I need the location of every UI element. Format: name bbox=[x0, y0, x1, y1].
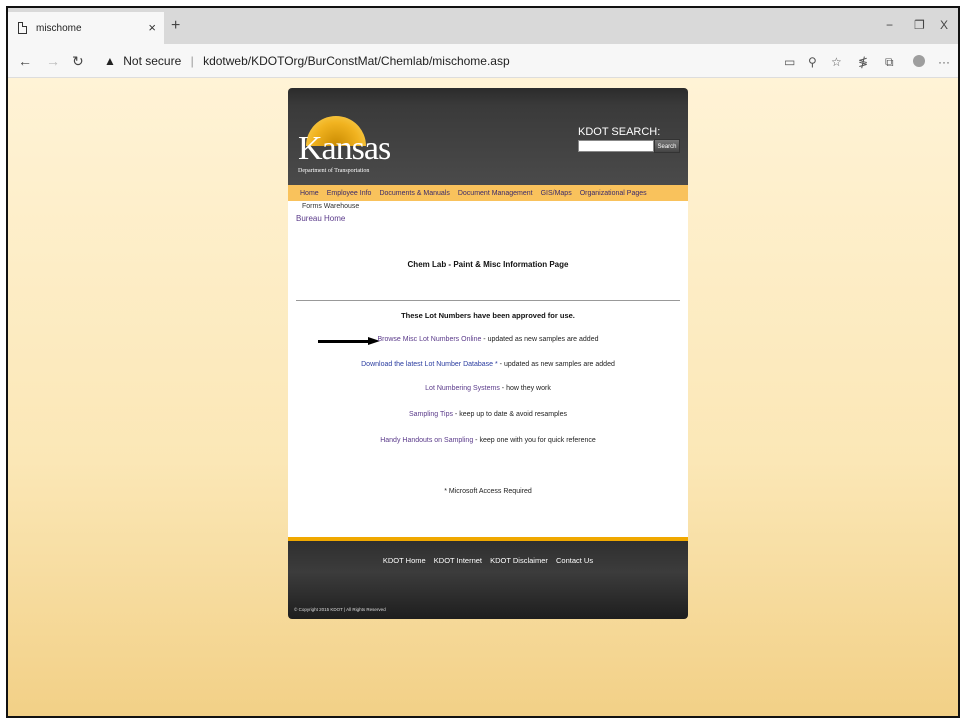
page-title: Chem Lab - Paint & Misc Information Page bbox=[407, 260, 569, 269]
browser-window: mischome × + − ❐ X ← → ↻ ▲ Not secure | … bbox=[6, 6, 960, 718]
browser-tab[interactable]: mischome × bbox=[8, 12, 164, 44]
url-field[interactable]: ▲ Not secure | kdotweb/KDOTOrg/BurConstM… bbox=[104, 54, 510, 68]
profile-avatar[interactable] bbox=[913, 55, 925, 67]
warning-icon: ▲ bbox=[104, 54, 116, 68]
restore-button[interactable]: ❐ bbox=[914, 18, 925, 32]
close-window-button[interactable]: X bbox=[940, 18, 948, 32]
divider bbox=[296, 300, 680, 301]
refresh-button[interactable]: ↻ bbox=[72, 53, 84, 70]
favorite-star-icon[interactable]: ☆ bbox=[831, 55, 842, 69]
nav-organizational-pages[interactable]: Organizational Pages bbox=[580, 190, 647, 197]
site-header: Kansas Department of Transportation KDOT… bbox=[288, 88, 688, 185]
kansas-logo[interactable]: Kansas Department of Transportation bbox=[298, 116, 391, 176]
nav-forms-warehouse[interactable]: Forms Warehouse bbox=[302, 203, 359, 210]
footer-kdot-internet[interactable]: KDOT Internet bbox=[434, 556, 482, 565]
list-item: Browse Misc Lot Numbers Online - updated… bbox=[288, 336, 688, 343]
reader-view-icon[interactable]: ▭ bbox=[784, 55, 795, 69]
copyright: © Copyright 2015 KDOT | All Rights Reser… bbox=[294, 607, 386, 612]
footer-links: KDOT Home KDOT Internet KDOT Disclaimer … bbox=[288, 556, 688, 565]
item-description: - keep one with you for quick reference bbox=[473, 437, 596, 444]
browse-lot-numbers-link[interactable]: Browse Misc Lot Numbers Online bbox=[377, 336, 481, 343]
search-input[interactable] bbox=[578, 140, 654, 152]
item-description: - keep up to date & avoid resamples bbox=[452, 411, 567, 418]
search-label: KDOT SEARCH: bbox=[578, 126, 661, 138]
main-nav: Home Employee Info Documents & Manuals D… bbox=[288, 185, 688, 201]
bureau-home-link[interactable]: Bureau Home bbox=[296, 214, 345, 223]
forward-button[interactable]: → bbox=[46, 53, 60, 69]
minimize-button[interactable]: − bbox=[886, 18, 893, 32]
lot-numbering-systems-link[interactable]: Lot Numbering Systems bbox=[425, 385, 500, 392]
close-tab-icon[interactable]: × bbox=[148, 20, 156, 35]
security-status: Not secure bbox=[123, 54, 182, 68]
new-tab-button[interactable]: + bbox=[171, 17, 180, 35]
list-item: Sampling Tips - keep up to date & avoid … bbox=[288, 411, 688, 418]
footer-kdot-home[interactable]: KDOT Home bbox=[383, 556, 426, 565]
url-separator: | bbox=[190, 54, 194, 68]
list-item: Handy Handouts on Sampling - keep one wi… bbox=[288, 437, 688, 444]
page-viewport: Kansas Department of Transportation KDOT… bbox=[8, 78, 958, 716]
nav-employee-info[interactable]: Employee Info bbox=[327, 190, 372, 197]
nav-document-management[interactable]: Document Management bbox=[458, 190, 533, 197]
favorites-list-icon[interactable]: ≸ bbox=[858, 55, 868, 69]
download-database-link[interactable]: Download the latest Lot Number Database … bbox=[361, 361, 498, 368]
nav-gis-maps[interactable]: GIS/Maps bbox=[541, 190, 572, 197]
approved-heading: These Lot Numbers have been approved for… bbox=[401, 311, 575, 320]
back-button[interactable]: ← bbox=[18, 53, 32, 69]
access-required-note: * Microsoft Access Required bbox=[444, 488, 532, 495]
logo-wordmark: Kansas bbox=[298, 130, 391, 167]
item-description: - updated as new samples are added bbox=[481, 336, 599, 343]
item-description: - how they work bbox=[499, 385, 551, 392]
sampling-tips-link[interactable]: Sampling Tips bbox=[409, 411, 453, 418]
footer-kdot-disclaimer[interactable]: KDOT Disclaimer bbox=[490, 556, 548, 565]
list-item: Download the latest Lot Number Database … bbox=[288, 361, 688, 368]
zoom-icon[interactable]: ⚲ bbox=[808, 55, 817, 69]
nav-home[interactable]: Home bbox=[300, 190, 319, 197]
address-bar: ← → ↻ ▲ Not secure | kdotweb/KDOTOrg/Bur… bbox=[8, 44, 958, 78]
item-description: - updated as new samples are added bbox=[497, 361, 615, 368]
url-text: kdotweb/KDOTOrg/BurConstMat/Chemlab/misc… bbox=[203, 54, 510, 68]
search-button[interactable]: Search bbox=[654, 139, 680, 153]
site-footer: KDOT Home KDOT Internet KDOT Disclaimer … bbox=[288, 537, 688, 619]
handy-handouts-link[interactable]: Handy Handouts on Sampling bbox=[380, 437, 473, 444]
list-item: Lot Numbering Systems - how they work bbox=[288, 385, 688, 392]
main-content: Forms Warehouse Bureau Home Chem Lab - P… bbox=[288, 201, 688, 537]
nav-documents-manuals[interactable]: Documents & Manuals bbox=[379, 190, 449, 197]
tab-title: mischome bbox=[36, 22, 82, 34]
page-icon bbox=[18, 22, 27, 34]
logo-department: Department of Transportation bbox=[298, 168, 370, 174]
tab-strip: mischome × + − ❐ X bbox=[8, 8, 958, 44]
site-container: Kansas Department of Transportation KDOT… bbox=[288, 88, 688, 619]
collections-icon[interactable]: ⧉ bbox=[885, 55, 894, 70]
more-menu-icon[interactable]: ··· bbox=[938, 55, 950, 69]
footer-contact-us[interactable]: Contact Us bbox=[556, 556, 593, 565]
